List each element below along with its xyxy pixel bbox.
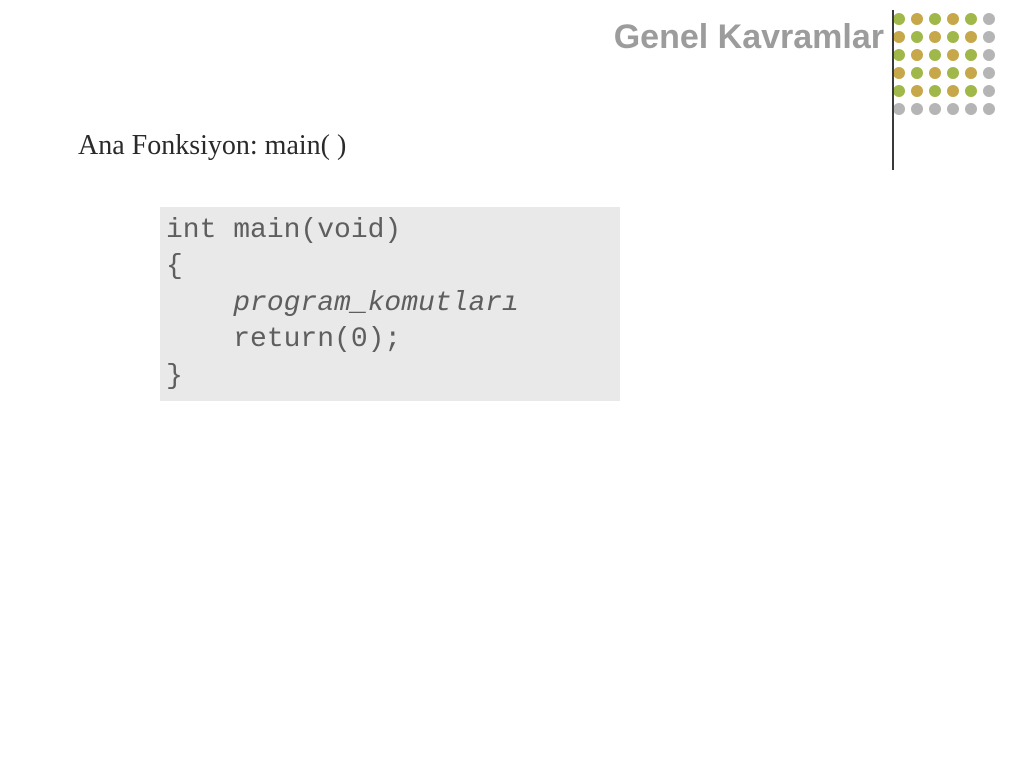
code-line-2: { xyxy=(166,249,614,285)
code-block: int main(void) { program_komutları retur… xyxy=(160,207,620,401)
section-subtitle: Ana Fonksiyon: main( ) xyxy=(78,130,346,162)
code-line-4: return(0); xyxy=(166,322,614,358)
page-title: Genel Kavramlar xyxy=(614,18,884,57)
code-line-5: } xyxy=(166,359,614,395)
decorative-stem-line xyxy=(892,10,894,170)
code-line-3: program_komutları xyxy=(166,286,614,322)
decorative-dot-grid xyxy=(890,10,1000,126)
code-line-1: int main(void) xyxy=(166,213,614,249)
